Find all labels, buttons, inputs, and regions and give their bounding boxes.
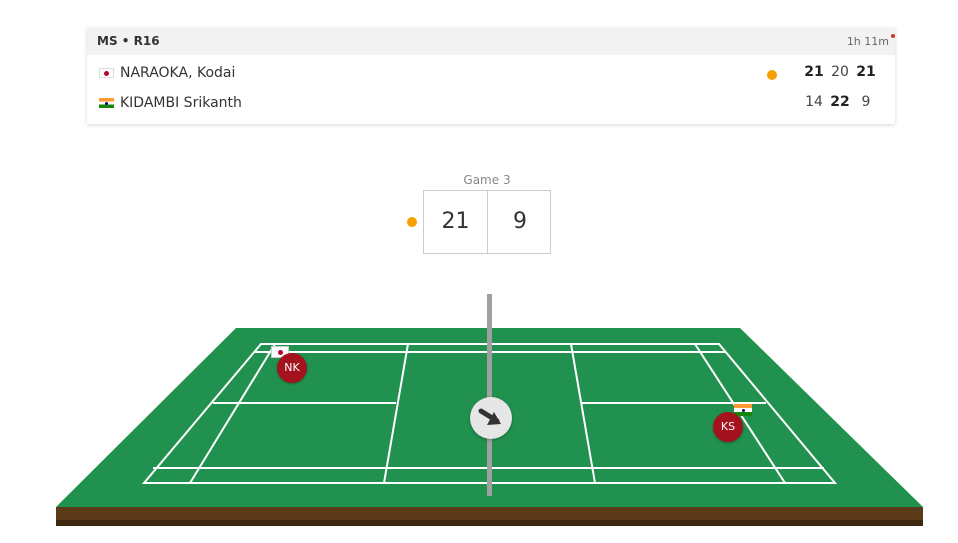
game-score: 21: [856, 64, 876, 80]
player-row: KIDAMBI Srikanth 14 22 9: [87, 93, 895, 117]
right-down-arrow-icon: [478, 408, 501, 425]
scoreboard-header: MS • R16 1h 11m: [87, 28, 895, 55]
live-indicator: [891, 34, 895, 38]
player-marker[interactable]: KS: [713, 412, 743, 442]
court-base-shadow: [56, 520, 923, 526]
game-score: 9: [861, 94, 871, 110]
net-post: [487, 294, 492, 496]
current-game-label: Game 3: [463, 173, 511, 187]
japan-flag-icon: [99, 68, 114, 78]
current-game-score: 21 9: [423, 190, 551, 254]
player-name: NARAOKA, Kodai: [120, 65, 236, 81]
serving-indicator: [767, 70, 777, 80]
player-row: NARAOKA, Kodai 21 20 21: [87, 63, 895, 87]
shuttle-direction-indicator: [470, 397, 512, 439]
match-scoreboard[interactable]: MS • R16 1h 11m NARAOKA, Kodai 21 20 21 …: [87, 28, 895, 124]
serving-indicator: [407, 217, 417, 227]
player-name: KIDAMBI Srikanth: [120, 95, 242, 111]
india-flag-icon: [99, 98, 114, 108]
game-scores: 14 22 9: [801, 94, 879, 110]
right-player-score: 9: [513, 209, 527, 234]
game-score: 22: [830, 94, 850, 110]
player-marker[interactable]: NK: [277, 353, 307, 383]
game-score: 21: [804, 64, 824, 80]
event-round-label: MS • R16: [97, 34, 160, 48]
game-scores: 21 20 21: [801, 64, 879, 80]
game-score: 20: [831, 64, 849, 80]
game-score: 14: [805, 94, 823, 110]
left-player-score: 21: [424, 191, 488, 253]
match-duration: 1h 11m: [846, 35, 889, 48]
badminton-court: NK KS: [0, 280, 958, 543]
